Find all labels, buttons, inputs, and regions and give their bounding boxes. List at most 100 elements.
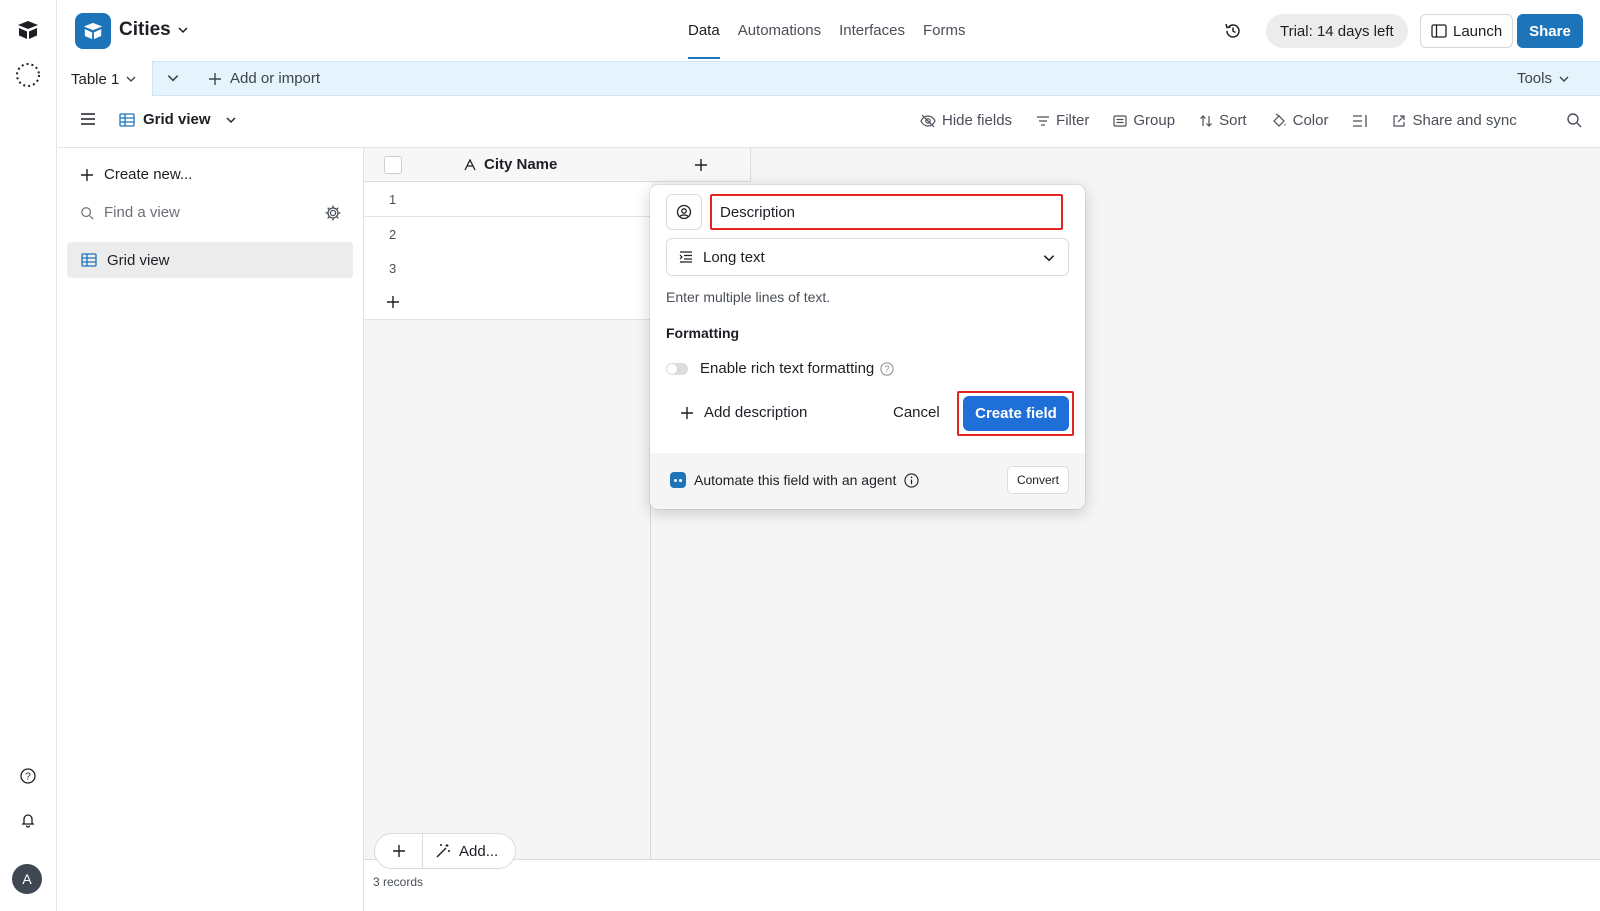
gear-icon[interactable]	[324, 204, 342, 222]
base-name-dropdown[interactable]: Cities	[119, 19, 189, 41]
filter-button[interactable]: Filter	[1036, 112, 1089, 129]
view-name: Grid view	[143, 111, 211, 128]
tab-table-1[interactable]: Table 1	[58, 61, 153, 97]
tools-menu[interactable]: Tools	[1517, 70, 1570, 87]
svg-text:?: ?	[25, 772, 31, 783]
formatting-title: Formatting	[666, 325, 740, 341]
filter-label: Filter	[1056, 112, 1090, 129]
table-row[interactable]: 3	[364, 251, 651, 286]
menu-icon[interactable]	[80, 112, 96, 126]
agent-automation-option[interactable]: Automate this field with an agent	[670, 472, 919, 488]
row-number: 2	[389, 227, 397, 242]
bell-icon[interactable]	[14, 806, 42, 834]
view-switcher[interactable]: Grid view	[119, 111, 237, 128]
nav-automations[interactable]: Automations	[738, 22, 821, 39]
grid-icon	[81, 253, 97, 267]
plus-icon	[681, 406, 693, 419]
help-icon[interactable]: ?	[880, 361, 894, 376]
add-field-button[interactable]	[651, 148, 751, 182]
table-row[interactable]: 2	[364, 217, 651, 252]
magic-wand-icon	[436, 844, 450, 858]
avatar[interactable]: A	[12, 864, 42, 894]
create-new-view-button[interactable]: Create new...	[80, 166, 192, 183]
tools-label: Tools	[1516, 70, 1552, 87]
table-row[interactable]: 1	[364, 182, 651, 217]
history-icon[interactable]	[1220, 18, 1246, 44]
share-button[interactable]: Share	[1517, 14, 1583, 48]
rich-text-toggle[interactable]	[666, 362, 688, 375]
sidebar-item-label: Grid view	[107, 251, 170, 269]
sort-icon	[1200, 114, 1213, 127]
field-header-city-name[interactable]: City Name	[464, 156, 557, 173]
grid-footer: Add... 3 records	[364, 833, 1600, 911]
base-logo-icon[interactable]	[75, 13, 111, 49]
row-number: 3	[389, 261, 397, 276]
eye-off-icon	[920, 114, 936, 127]
chevron-down-icon	[178, 27, 188, 34]
group-icon	[1113, 114, 1127, 127]
add-record-button[interactable]	[375, 834, 423, 868]
filter-icon	[1037, 115, 1050, 126]
chevron-down-icon	[1559, 76, 1569, 82]
search-icon	[81, 206, 94, 220]
group-button[interactable]: Group	[1113, 112, 1175, 129]
help-icon[interactable]: ?	[14, 762, 42, 790]
field-icon-button[interactable]	[666, 194, 702, 230]
row-height-icon[interactable]	[1352, 114, 1368, 128]
chevron-down-icon	[226, 117, 236, 123]
info-icon[interactable]	[904, 472, 919, 488]
plus-icon	[694, 158, 707, 171]
left-rail: ? A	[0, 0, 57, 911]
launch-button[interactable]: Launch	[1420, 14, 1514, 48]
add-row-button[interactable]	[364, 285, 651, 320]
add-with-ai-label: Add...	[459, 842, 499, 860]
svg-text:?: ?	[885, 364, 890, 374]
view-toolbar: Grid view Hide fields Filter Group Sort …	[58, 96, 1600, 148]
table-tab-bar: Table 1 Add or import Tools	[58, 61, 1600, 97]
nav-data[interactable]: Data	[688, 22, 720, 59]
field-header-label: City Name	[484, 156, 558, 173]
plus-icon	[392, 845, 405, 857]
search-icon[interactable]	[1566, 112, 1582, 128]
sidebar-item-grid-view[interactable]: Grid view	[67, 242, 353, 278]
select-all-checkbox[interactable]	[384, 156, 402, 174]
field-type-select[interactable]: Long text	[666, 238, 1069, 276]
row-number: 1	[389, 192, 397, 207]
workspace-icon[interactable]	[14, 61, 42, 89]
trial-badge[interactable]: Trial: 14 days left	[1266, 14, 1408, 48]
sort-label: Sort	[1219, 112, 1247, 129]
add-or-import-button[interactable]: Add or import	[208, 70, 320, 87]
chevron-down-icon	[126, 76, 136, 82]
plus-icon	[81, 168, 93, 181]
create-field-popup: Long text Enter multiple lines of text. …	[650, 185, 1085, 509]
record-count: 3 records	[373, 875, 424, 889]
find-view-search[interactable]: Find a view	[80, 204, 180, 221]
cancel-button[interactable]: Cancel	[893, 404, 940, 421]
color-button[interactable]: Color	[1271, 112, 1329, 129]
hide-fields-button[interactable]: Hide fields	[920, 112, 1012, 129]
share-and-sync-button[interactable]: Share and sync	[1392, 112, 1517, 129]
color-label: Color	[1292, 112, 1329, 129]
convert-button[interactable]: Convert	[1006, 466, 1069, 494]
grid-icon	[119, 112, 135, 127]
nav-forms[interactable]: Forms	[923, 22, 966, 39]
add-description-label: Add description	[704, 404, 808, 421]
launch-icon	[1431, 24, 1447, 38]
add-description-button[interactable]: Add description	[680, 404, 807, 421]
long-text-icon	[679, 251, 692, 263]
share-and-sync-label: Share and sync	[1412, 112, 1517, 129]
sort-button[interactable]: Sort	[1199, 112, 1247, 129]
chevron-down-icon	[1043, 255, 1055, 262]
agent-icon	[670, 472, 686, 488]
all-tables-chevron-icon[interactable]	[166, 71, 180, 85]
add-with-ai-button[interactable]: Add...	[423, 843, 498, 860]
rich-text-option: Enable rich text formatting ?	[666, 360, 894, 377]
field-name-input[interactable]	[710, 194, 1063, 230]
text-field-icon	[464, 158, 476, 170]
nav-interfaces[interactable]: Interfaces	[839, 22, 905, 39]
home-icon[interactable]	[14, 16, 42, 44]
plus-icon	[209, 72, 221, 85]
base-name: Cities	[119, 19, 171, 40]
create-field-button[interactable]: Create field	[963, 396, 1069, 431]
create-new-label: Create new...	[104, 166, 193, 183]
